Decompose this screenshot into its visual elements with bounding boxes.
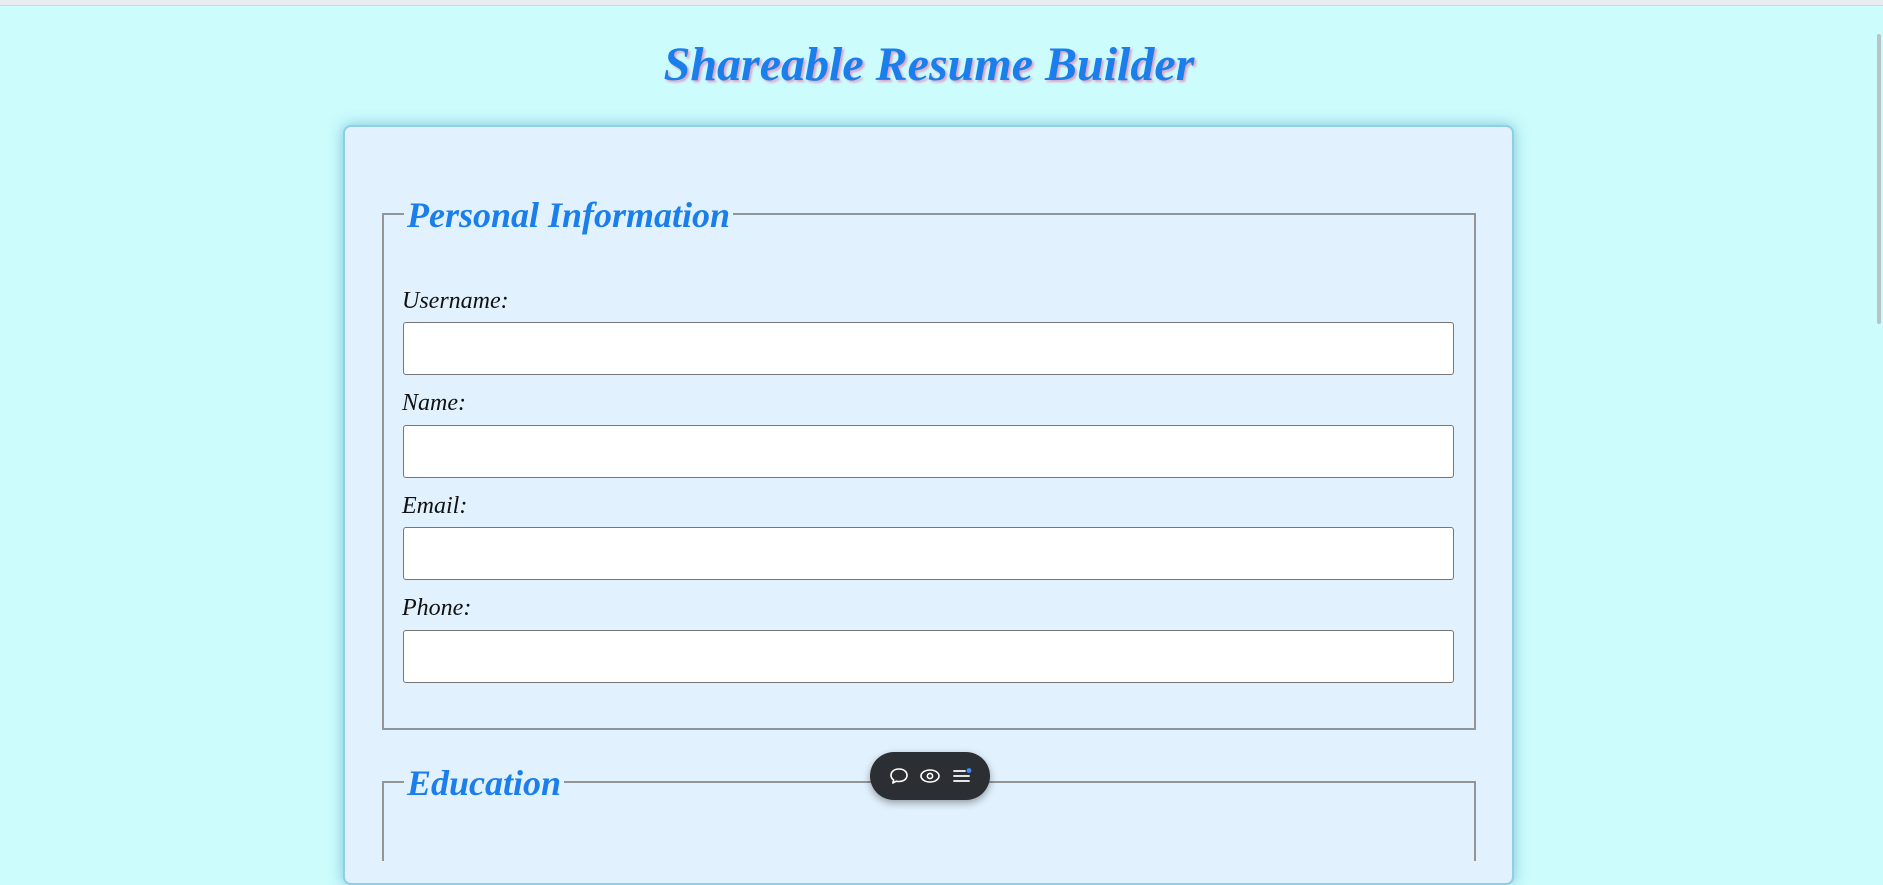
username-input[interactable] [403, 322, 1454, 375]
eye-icon [920, 769, 940, 783]
menu-list-icon [952, 768, 971, 782]
notification-dot [966, 768, 971, 773]
page-scrollbar[interactable] [1877, 6, 1883, 827]
phone-input[interactable] [403, 630, 1454, 683]
preview-button[interactable] [917, 763, 943, 789]
personal-information-legend: Personal Information [404, 193, 734, 237]
comment-icon [889, 768, 908, 784]
floating-toolbar [870, 752, 990, 800]
name-input[interactable] [403, 425, 1454, 478]
email-label: Email: [402, 493, 468, 519]
menu-button[interactable] [949, 763, 975, 789]
phone-label: Phone: [402, 595, 472, 621]
name-label: Name: [402, 390, 466, 416]
username-label: Username: [402, 288, 509, 314]
comment-button[interactable] [886, 763, 912, 789]
page-title: Shareable Resume Builder [663, 38, 1195, 91]
browser-top-edge [0, 0, 1883, 6]
email-input[interactable] [403, 527, 1454, 580]
education-legend: Education [404, 761, 565, 805]
scrollbar-thumb[interactable] [1877, 34, 1881, 324]
